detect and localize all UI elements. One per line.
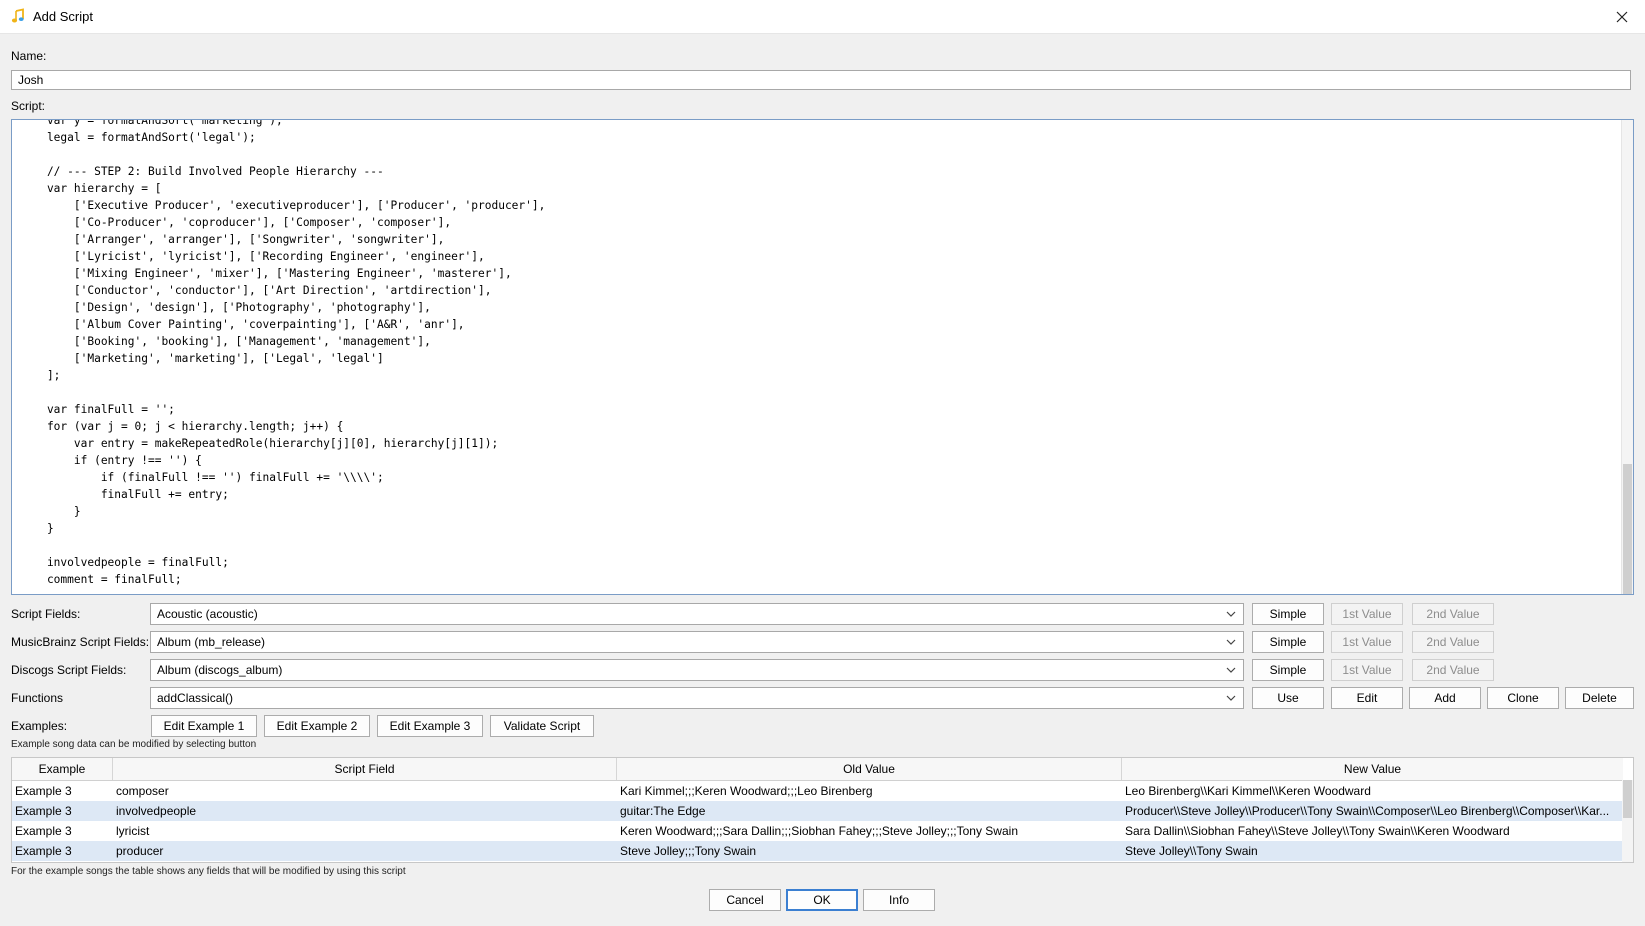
cell-example: Example 3 bbox=[15, 784, 72, 798]
header-new-value[interactable]: New Value bbox=[1122, 758, 1623, 780]
cell-old-value: Steve Jolley;;;Tony Swain bbox=[620, 844, 757, 858]
musicbrainz-fields-select[interactable]: Album (mb_release) bbox=[150, 631, 1244, 653]
musicbrainz-fields-value: Album (mb_release) bbox=[157, 635, 266, 649]
name-input[interactable] bbox=[11, 70, 1631, 90]
cell-example: Example 3 bbox=[15, 824, 72, 838]
table-row[interactable]: Example 3 composer Kari Kimmel;;;Keren W… bbox=[12, 781, 1623, 801]
musicbrainz-fields-label: MusicBrainz Script Fields: bbox=[11, 635, 150, 649]
discogs-fields-value: Album (discogs_album) bbox=[157, 663, 283, 677]
use-function-button[interactable]: Use bbox=[1252, 687, 1324, 709]
chevron-down-icon bbox=[1226, 639, 1236, 645]
script-fields-2nd-value-button[interactable]: 2nd Value bbox=[1412, 603, 1494, 625]
musicbrainz-1st-value-button[interactable]: 1st Value bbox=[1331, 631, 1403, 653]
functions-label: Functions bbox=[11, 691, 64, 705]
examples-table[interactable]: Example Script Field Old Value New Value… bbox=[11, 757, 1634, 863]
title-bar: Add Script bbox=[0, 0, 1645, 34]
edit-function-button[interactable]: Edit bbox=[1331, 687, 1403, 709]
cell-script-field: lyricist bbox=[116, 824, 150, 838]
script-scrollbar-thumb[interactable] bbox=[1623, 464, 1632, 594]
close-button[interactable] bbox=[1599, 0, 1645, 33]
discogs-2nd-value-button[interactable]: 2nd Value bbox=[1412, 659, 1494, 681]
cell-example: Example 3 bbox=[15, 844, 72, 858]
validate-script-button[interactable]: Validate Script bbox=[490, 715, 594, 737]
edit-example-1-button[interactable]: Edit Example 1 bbox=[151, 715, 257, 737]
script-fields-select[interactable]: Acoustic (acoustic) bbox=[150, 603, 1244, 625]
close-icon bbox=[1616, 11, 1628, 22]
examples-label: Examples: bbox=[11, 719, 68, 733]
music-note-icon bbox=[10, 8, 26, 24]
discogs-fields-label: Discogs Script Fields: bbox=[11, 663, 127, 677]
examples-note: Example song data can be modified by sel… bbox=[11, 739, 257, 750]
cell-script-field: producer bbox=[116, 844, 164, 858]
edit-example-3-button[interactable]: Edit Example 3 bbox=[377, 715, 483, 737]
script-scrollbar[interactable] bbox=[1621, 120, 1633, 594]
musicbrainz-simple-button[interactable]: Simple bbox=[1252, 631, 1324, 653]
script-fields-1st-value-button[interactable]: 1st Value bbox=[1331, 603, 1403, 625]
window-title: Add Script bbox=[33, 9, 93, 24]
table-row[interactable]: Example 3 producer Steve Jolley;;;Tony S… bbox=[12, 841, 1623, 861]
chevron-down-icon bbox=[1226, 611, 1236, 617]
name-label: Name: bbox=[11, 49, 47, 63]
chevron-down-icon bbox=[1226, 667, 1236, 673]
script-editor[interactable]: var y = formatAndSort('marketing'); lega… bbox=[11, 119, 1634, 595]
header-example[interactable]: Example bbox=[12, 758, 113, 780]
chevron-down-icon bbox=[1226, 695, 1236, 701]
cell-old-value: Kari Kimmel;;;Keren Woodward;;;Leo Biren… bbox=[620, 784, 873, 798]
discogs-1st-value-button[interactable]: 1st Value bbox=[1331, 659, 1403, 681]
cancel-button[interactable]: Cancel bbox=[709, 889, 781, 911]
discogs-simple-button[interactable]: Simple bbox=[1252, 659, 1324, 681]
functions-value: addClassical() bbox=[157, 691, 234, 705]
info-button[interactable]: Info bbox=[863, 889, 935, 911]
cell-script-field: composer bbox=[116, 784, 169, 798]
table-header: Example Script Field Old Value New Value bbox=[12, 758, 1623, 781]
table-scrollbar[interactable] bbox=[1622, 780, 1633, 862]
table-note: For the example songs the table shows an… bbox=[11, 866, 406, 877]
cell-script-field: involvedpeople bbox=[116, 804, 197, 818]
add-function-button[interactable]: Add bbox=[1409, 687, 1481, 709]
script-fields-simple-button[interactable]: Simple bbox=[1252, 603, 1324, 625]
musicbrainz-2nd-value-button[interactable]: 2nd Value bbox=[1412, 631, 1494, 653]
cell-new-value: Producer\\Steve Jolley\\Producer\\Tony S… bbox=[1125, 804, 1610, 818]
cell-new-value: Steve Jolley\\Tony Swain bbox=[1125, 844, 1258, 858]
clone-function-button[interactable]: Clone bbox=[1487, 687, 1559, 709]
table-row[interactable]: Example 3 involvedpeople guitar:The Edge… bbox=[12, 801, 1623, 821]
table-scrollbar-thumb[interactable] bbox=[1623, 780, 1632, 818]
table-row[interactable]: Example 3 lyricist Keren Woodward;;;Sara… bbox=[12, 821, 1623, 841]
cell-new-value: Leo Birenberg\\Kari Kimmel\\Keren Woodwa… bbox=[1125, 784, 1371, 798]
cell-old-value: Keren Woodward;;;Sara Dallin;;;Siobhan F… bbox=[620, 824, 1018, 838]
discogs-fields-select[interactable]: Album (discogs_album) bbox=[150, 659, 1244, 681]
header-script-field[interactable]: Script Field bbox=[113, 758, 617, 780]
script-code[interactable]: var y = formatAndSort('marketing'); lega… bbox=[12, 120, 545, 588]
ok-button[interactable]: OK bbox=[786, 889, 858, 911]
script-label: Script: bbox=[11, 99, 46, 113]
cell-old-value: guitar:The Edge bbox=[620, 804, 706, 818]
delete-function-button[interactable]: Delete bbox=[1565, 687, 1634, 709]
header-old-value[interactable]: Old Value bbox=[617, 758, 1122, 780]
script-fields-value: Acoustic (acoustic) bbox=[157, 607, 258, 621]
edit-example-2-button[interactable]: Edit Example 2 bbox=[264, 715, 370, 737]
script-fields-label: Script Fields: bbox=[11, 607, 81, 621]
cell-example: Example 3 bbox=[15, 804, 72, 818]
functions-select[interactable]: addClassical() bbox=[150, 687, 1244, 709]
cell-new-value: Sara Dallin\\Siobhan Fahey\\Steve Jolley… bbox=[1125, 824, 1510, 838]
